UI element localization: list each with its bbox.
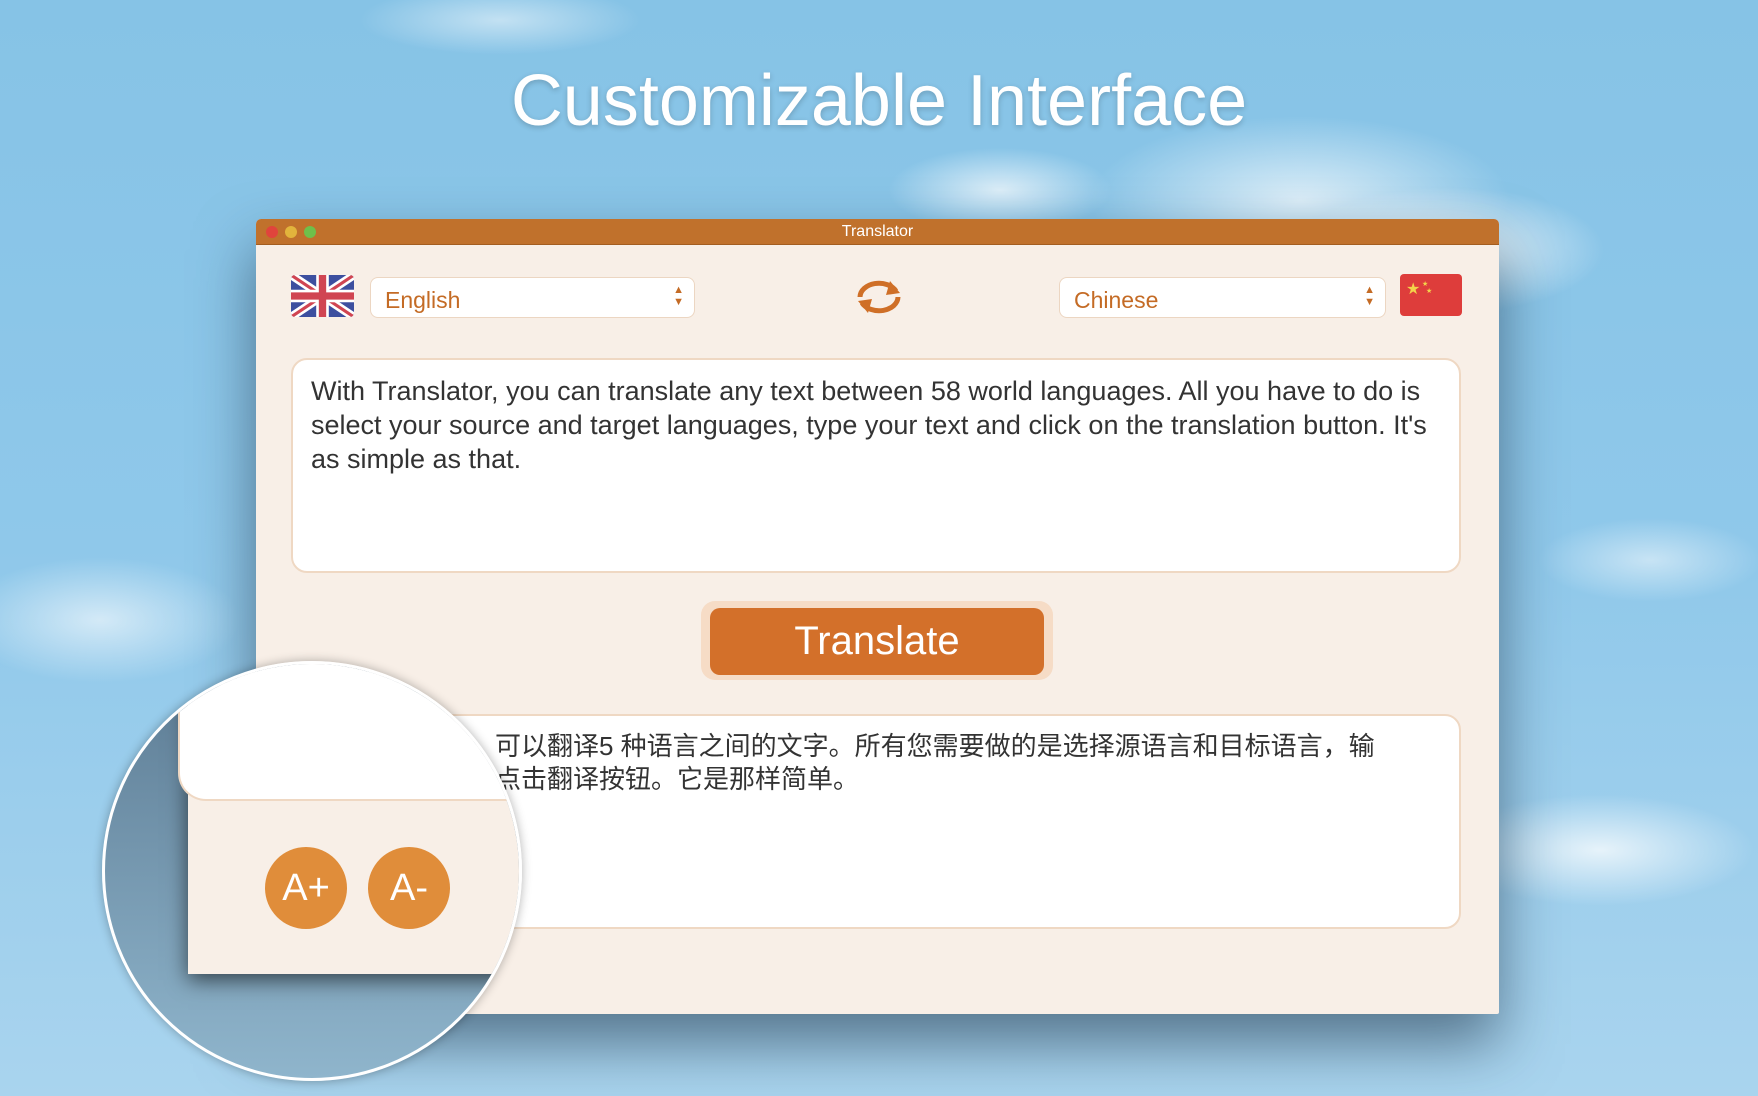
increase-font-button[interactable]: A+ [265, 847, 347, 929]
china-flag-icon: ★ ★ ★ [1400, 274, 1462, 316]
target-language-select[interactable]: Chinese ▲ ▼ [1059, 277, 1386, 318]
magnifier-callout: A+ A- [102, 661, 522, 1081]
window-title: Translator [841, 223, 914, 240]
swap-languages-icon[interactable] [852, 275, 906, 324]
magnified-textarea-corner [178, 664, 519, 801]
headline: Customizable Interface [510, 61, 1248, 141]
svg-text:★: ★ [1426, 287, 1432, 295]
updown-arrows-icon: ▲ ▼ [1364, 284, 1375, 308]
source-text-input[interactable]: With Translator, you can translate any t… [291, 358, 1461, 573]
svg-text:★: ★ [1406, 281, 1420, 298]
output-line: 可以翻译5 种语言之间的文字。所有您需要做的是选择源语言和目标语言，输 [495, 731, 1375, 761]
target-language-value: Chinese [1074, 287, 1159, 313]
source-language-select[interactable]: English ▲ ▼ [370, 277, 695, 318]
svg-text:★: ★ [1422, 280, 1428, 288]
translate-button[interactable]: Translate [710, 608, 1044, 675]
source-language-value: English [385, 287, 461, 313]
updown-arrows-icon: ▲ ▼ [673, 284, 684, 308]
title-bar: Translator [256, 219, 1499, 245]
decrease-font-button[interactable]: A- [368, 847, 450, 929]
uk-flag-icon [291, 275, 354, 317]
output-line: 点击翻译按钮。它是那样简单。 [495, 764, 860, 794]
